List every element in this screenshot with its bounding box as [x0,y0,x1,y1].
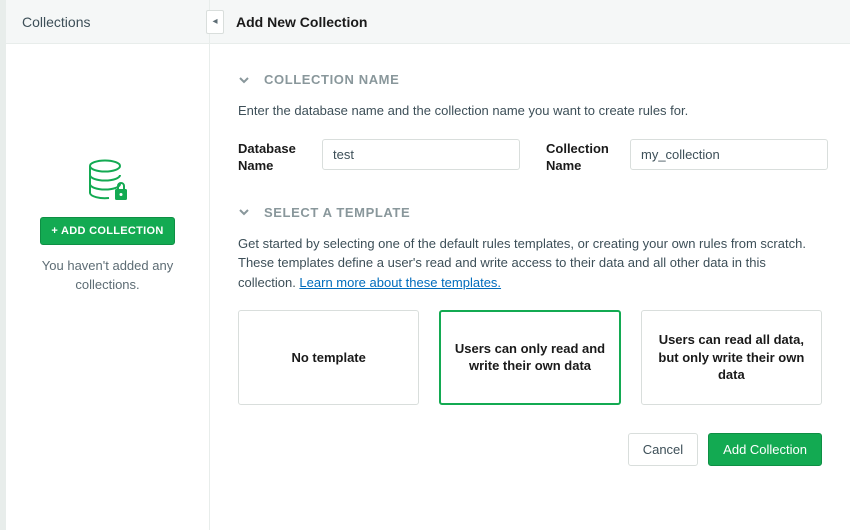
section-collection-name-title: COLLECTION NAME [264,72,399,87]
section-select-template-title: SELECT A TEMPLATE [264,205,410,220]
section-select-template-header[interactable]: SELECT A TEMPLATE [238,205,822,220]
sidebar-title: Collections [22,14,90,30]
template-card-read-all[interactable]: Users can read all data, but only write … [641,310,822,405]
database-name-field: Database Name [238,139,520,175]
collection-name-input[interactable] [630,139,828,170]
add-collection-sidebar-button[interactable]: + ADD COLLECTION [40,217,174,245]
sidebar-header: Collections [6,0,209,44]
page-title: Add New Collection [236,14,367,30]
main-header: ◂ Add New Collection [210,0,850,44]
database-name-label: Database Name [238,139,310,175]
database-lock-icon [87,159,129,203]
cancel-button[interactable]: Cancel [628,433,698,466]
sidebar-empty-text: You haven't added any collections. [6,257,209,295]
chevron-left-icon: ◂ [212,16,217,27]
chevron-down-icon [238,206,254,218]
main-body: COLLECTION NAME Enter the database name … [210,44,850,530]
chevron-down-icon [238,74,254,86]
collection-name-label: Collection Name [546,139,618,175]
templates-row: No template Users can only read and writ… [238,310,822,405]
database-name-input[interactable] [322,139,520,170]
template-card-own-data[interactable]: Users can only read and write their own … [439,310,620,405]
template-description: Get started by selecting one of the defa… [238,234,822,293]
collection-name-field: Collection Name [546,139,828,175]
collapse-sidebar-button[interactable]: ◂ [206,10,224,34]
sidebar-body: + ADD COLLECTION You haven't added any c… [6,44,209,530]
sidebar: Collections + ADD COLLECTION You haven't… [6,0,210,530]
footer-actions: Cancel Add Collection [238,433,822,486]
add-collection-button[interactable]: Add Collection [708,433,822,466]
template-card-no-template[interactable]: No template [238,310,419,405]
main-panel: ◂ Add New Collection COLLECTION NAME Ent… [210,0,850,530]
section-collection-name-header[interactable]: COLLECTION NAME [238,72,822,87]
learn-more-link[interactable]: Learn more about these templates. [299,275,501,290]
name-fields-row: Database Name Collection Name [238,139,822,175]
collection-name-description: Enter the database name and the collecti… [238,101,822,121]
app-frame: Collections + ADD COLLECTION You haven't… [0,0,850,530]
